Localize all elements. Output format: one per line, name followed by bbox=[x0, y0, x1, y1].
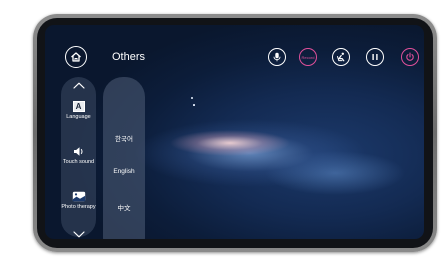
speaker-icon bbox=[73, 147, 82, 156]
record-label: Record bbox=[301, 54, 315, 60]
scroll-up-button[interactable] bbox=[61, 80, 96, 90]
sidebar-item-label: Photo therapy bbox=[61, 204, 96, 210]
sidebar-item-touch-sound[interactable]: Touch sound bbox=[61, 146, 96, 166]
chevron-up-icon bbox=[72, 82, 85, 89]
microphone-icon bbox=[273, 52, 281, 62]
page-title: Others bbox=[112, 51, 146, 63]
sidebar-item-label: Touch sound bbox=[62, 159, 95, 165]
device-frame: Others Record A Language Touch sound Pho… bbox=[33, 14, 437, 252]
scroll-down-button[interactable] bbox=[61, 229, 96, 239]
language-icon: A bbox=[72, 101, 85, 112]
star bbox=[193, 104, 195, 106]
photo-icon bbox=[72, 191, 85, 202]
language-option-english[interactable]: English bbox=[103, 168, 145, 175]
home-button[interactable] bbox=[65, 46, 87, 68]
language-option-chinese[interactable]: 中文 bbox=[103, 202, 145, 212]
record-button[interactable]: Record bbox=[299, 48, 317, 66]
sidebar-item-language[interactable]: A Language bbox=[61, 101, 96, 121]
power-icon bbox=[406, 52, 414, 61]
language-option-korean[interactable]: 한국어 bbox=[103, 133, 145, 143]
star bbox=[191, 97, 193, 99]
settings-sidebar: A Language Touch sound Photo therapy bbox=[61, 77, 96, 237]
sidebar-item-label: Language bbox=[66, 114, 91, 120]
sidebar-item-photo-therapy[interactable]: Photo therapy bbox=[61, 191, 96, 211]
screen: Others Record A Language Touch sound Pho… bbox=[45, 25, 424, 239]
home-icon bbox=[71, 52, 81, 62]
power-button[interactable] bbox=[401, 48, 419, 66]
pause-icon bbox=[372, 54, 378, 60]
device-bezel: Others Record A Language Touch sound Pho… bbox=[37, 18, 433, 248]
microphone-button[interactable] bbox=[268, 48, 286, 66]
chevron-down-icon bbox=[72, 230, 85, 237]
massage-chair-icon bbox=[337, 52, 345, 62]
language-options-panel: 한국어 English 中文 bbox=[103, 77, 145, 239]
massage-chair-button[interactable] bbox=[332, 48, 350, 66]
pause-button[interactable] bbox=[366, 48, 384, 66]
